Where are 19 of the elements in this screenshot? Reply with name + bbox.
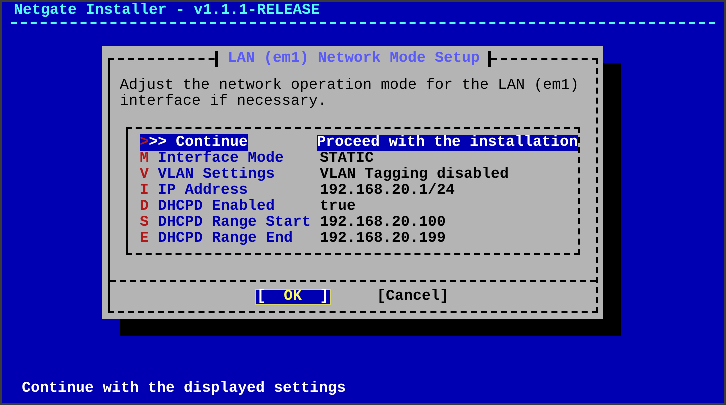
- menu-item-value: 192.168.20.1/24: [320, 183, 456, 199]
- installer-title: Netgate Installer - v1.1.1-RELEASE: [13, 2, 322, 19]
- menu-item[interactable]: E DHCPD Range End: [140, 231, 320, 247]
- dialog-message: Adjust the network operation mode for the LAN (em1) interface if necessary.: [119, 76, 580, 110]
- dialog-button[interactable]: [Cancel]: [375, 289, 452, 305]
- menu-item-value: 192.168.20.100: [320, 215, 446, 231]
- menu-item-value: STATIC: [320, 151, 374, 167]
- status-text: Continue with the displayed settings: [21, 381, 348, 399]
- menu-item-value: true: [320, 199, 356, 215]
- menu-item[interactable]: S DHCPD Range Start: [140, 215, 320, 231]
- menu-item[interactable]: D DHCPD Enabled: [140, 199, 320, 215]
- menu-item[interactable]: I IP Address: [140, 183, 320, 199]
- menu-item-value: VLAN Tagging disabled: [320, 167, 510, 183]
- menu-item-value: 192.168.20.199: [320, 231, 446, 247]
- menu-item[interactable]: V VLAN Settings: [140, 167, 320, 183]
- dialog-button[interactable]: [ OK ]: [254, 289, 331, 305]
- menu-item[interactable]: M Interface Mode: [140, 151, 320, 167]
- menu-item-value: Proceed with the installation: [316, 135, 578, 151]
- dialog-title: LAN (em1) Network Mode Setup: [214, 51, 492, 67]
